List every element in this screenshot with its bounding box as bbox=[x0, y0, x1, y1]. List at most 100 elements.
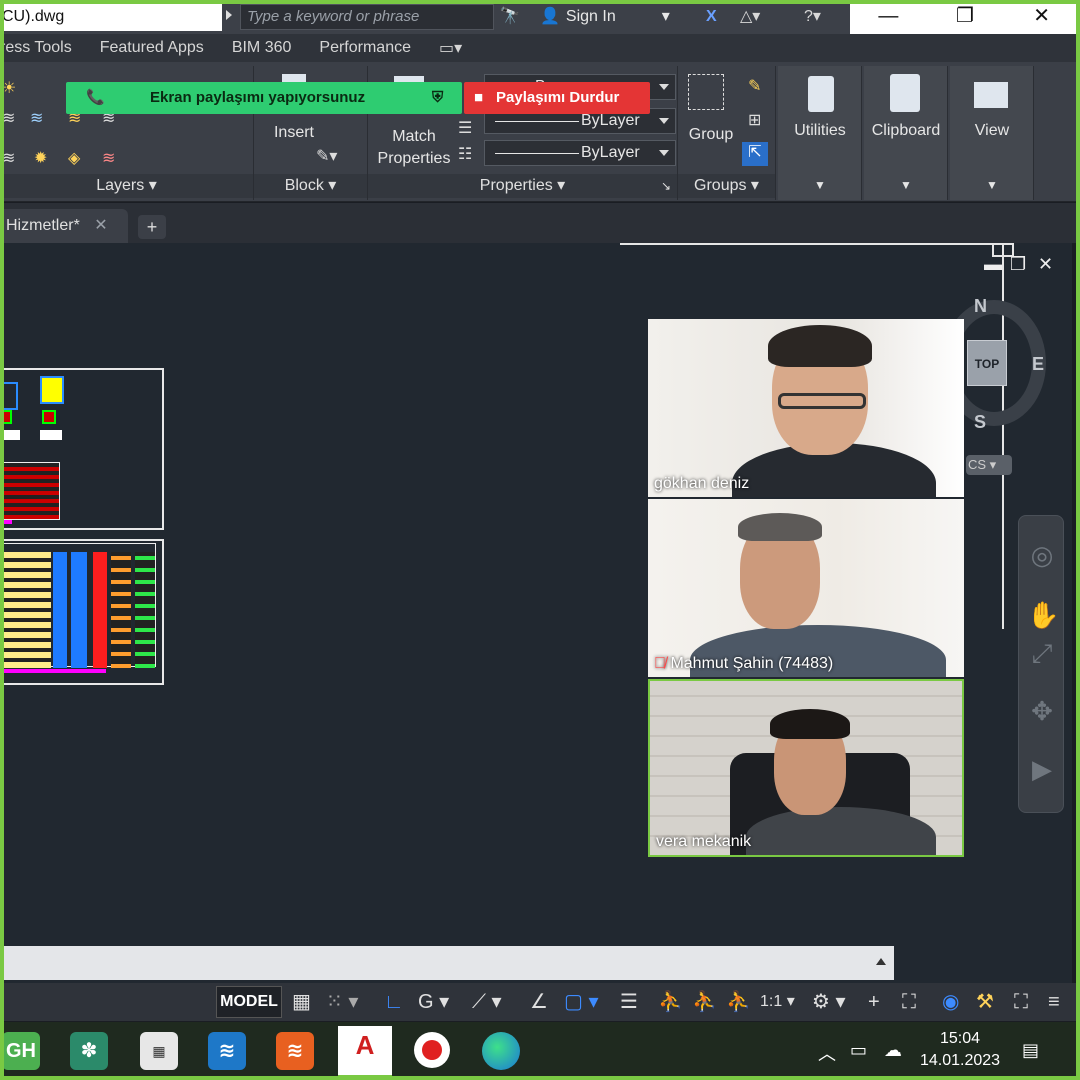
video-tile[interactable]: gökhan deniz bbox=[648, 319, 964, 497]
group-select-icon[interactable]: ⇱ bbox=[742, 142, 768, 166]
binoculars-icon[interactable]: 🔭 bbox=[500, 6, 520, 28]
clipboard-panel[interactable]: Clipboard ▼ bbox=[864, 66, 948, 200]
participant-hair bbox=[768, 325, 872, 367]
viewport-close-icon[interactable]: ✕ bbox=[1038, 254, 1053, 275]
cado-icon[interactable]: ▦ bbox=[140, 1032, 178, 1070]
video-tile-active-speaker[interactable]: vera mekanik bbox=[648, 679, 964, 857]
group-edit-icon[interactable]: ⊞ bbox=[748, 110, 768, 129]
file-tab[interactable]: Hizmetler* ✕ bbox=[0, 209, 128, 243]
showmotion-icon[interactable]: ▶ bbox=[1027, 754, 1057, 784]
search-expand-icon[interactable] bbox=[226, 10, 232, 20]
record-icon[interactable] bbox=[414, 1032, 450, 1068]
drawing-detail-frame bbox=[0, 368, 164, 530]
block-panel-label[interactable]: Block ▾ bbox=[254, 174, 367, 198]
lineweight-display-icon[interactable]: ☰ bbox=[620, 990, 638, 1014]
panel-launcher-icon[interactable]: ↘ bbox=[661, 174, 671, 198]
steering-wheel-icon[interactable]: ◎ bbox=[1027, 540, 1057, 570]
command-line[interactable] bbox=[0, 946, 894, 980]
clean-screen-icon[interactable]: ⚒ bbox=[976, 990, 994, 1014]
annotation-visibility-icon[interactable]: ⛹ bbox=[658, 990, 683, 1014]
zoom-extents-icon[interactable]: ⤢ bbox=[1027, 638, 1057, 668]
layers-panel-label[interactable]: Layers ▾ bbox=[0, 174, 253, 198]
auto-scale-icon[interactable]: ⛹ bbox=[692, 990, 717, 1014]
grid-icon[interactable]: ▦ bbox=[292, 990, 311, 1014]
ungroup-icon[interactable]: ✎ bbox=[748, 76, 768, 95]
stop-sharing-button[interactable]: ■ Paylaşımı Durdur bbox=[464, 82, 650, 114]
compass-north[interactable]: N bbox=[974, 296, 987, 317]
video-tile[interactable]: 🎙̸ Mahmut Şahin (74483) bbox=[648, 499, 964, 677]
block-editor-icon[interactable]: ✎▾ bbox=[316, 146, 337, 165]
tab-performance[interactable]: Performance bbox=[319, 39, 411, 57]
system-clock[interactable]: 15:04 14.01.2023 bbox=[918, 1028, 1002, 1072]
layer-thaw-icon[interactable]: ◈ bbox=[68, 148, 88, 167]
tab-bim-360[interactable]: BIM 360 bbox=[232, 39, 292, 57]
properties-panel-label[interactable]: Properties ▾ ↘ bbox=[368, 174, 677, 198]
groups-panel-label[interactable]: Groups ▾ bbox=[678, 174, 775, 198]
sign-in-button[interactable]: 👤 Sign In ▾ bbox=[540, 6, 670, 28]
autodesk-app-store-icon[interactable]: X bbox=[706, 6, 717, 28]
annotation-scale-dropdown[interactable]: 1:1 ▾ bbox=[760, 990, 795, 1014]
notification-icon[interactable]: ▤ bbox=[1022, 1040, 1039, 1061]
wave-app-icon[interactable]: ≋ bbox=[208, 1032, 246, 1070]
viewport-restore-icon[interactable]: ❐ bbox=[1010, 254, 1026, 275]
isodraft-icon[interactable]: ⟋ ▾ bbox=[472, 990, 502, 1014]
close-tab-icon[interactable]: ✕ bbox=[94, 217, 107, 234]
a360-icon[interactable]: △▾ bbox=[740, 6, 760, 28]
compass-south[interactable]: S bbox=[974, 412, 986, 433]
tab-express-tools[interactable]: ress Tools bbox=[0, 39, 72, 57]
orbit-icon[interactable]: ✥ bbox=[1027, 696, 1057, 726]
plus-icon[interactable]: + bbox=[868, 990, 880, 1014]
command-history-toggle-icon[interactable] bbox=[876, 958, 886, 965]
layer-icon[interactable]: ☀ bbox=[2, 78, 22, 97]
search-input[interactable]: Type a keyword or phrase bbox=[240, 4, 494, 30]
compass-east[interactable]: E bbox=[1032, 354, 1044, 375]
ortho-icon[interactable]: ∟ bbox=[384, 990, 404, 1014]
layer-isolate-icon[interactable]: ≋ bbox=[30, 108, 50, 127]
tab-featured-apps[interactable]: Featured Apps bbox=[100, 39, 204, 57]
chevron-down-icon[interactable]: ▾ bbox=[662, 6, 670, 28]
taskbar-app-gh[interactable]: GH bbox=[2, 1032, 40, 1070]
customization-menu-icon[interactable]: ≡ bbox=[1048, 990, 1060, 1014]
view-panel[interactable]: View ▼ bbox=[950, 66, 1034, 200]
layer-delete-icon[interactable]: ≋ bbox=[102, 148, 122, 167]
new-tab-button[interactable]: + bbox=[138, 215, 166, 239]
workspace-gear-icon[interactable]: ⚙ ▾ bbox=[812, 990, 846, 1014]
isolate-objects-icon[interactable]: ⛶ bbox=[902, 990, 916, 1014]
fullscreen-icon[interactable]: ⛶ bbox=[1014, 990, 1028, 1014]
layer-off-icon[interactable]: ≋ bbox=[2, 148, 22, 167]
lineweight-dropdown[interactable]: ByLayer bbox=[484, 140, 676, 166]
cloud-icon[interactable]: ☁ bbox=[884, 1040, 902, 1061]
viewcube-top-face[interactable]: TOP bbox=[967, 340, 1007, 386]
restore-button[interactable]: ❐ bbox=[927, 0, 1004, 34]
match-properties-button[interactable]: Match Properties bbox=[370, 126, 458, 170]
stack-app-icon[interactable]: ≋ bbox=[276, 1032, 314, 1070]
polar-tracking-icon[interactable]: G ▾ bbox=[418, 990, 449, 1014]
close-button[interactable]: ✕ bbox=[1003, 0, 1080, 34]
edge-icon[interactable] bbox=[482, 1032, 520, 1070]
snap-icon[interactable]: ⁙ ▾ bbox=[326, 990, 358, 1014]
group-button[interactable]: Group bbox=[680, 126, 742, 144]
hardware-acceleration-icon[interactable]: ◉ bbox=[942, 990, 959, 1014]
wcs-menu[interactable]: CS ▾ bbox=[966, 455, 1012, 475]
object-snap-icon[interactable]: ▢ ▾ bbox=[564, 990, 599, 1014]
viewport-minimize-icon[interactable]: ▬ bbox=[984, 254, 1002, 275]
help-icon[interactable]: ?▾ bbox=[804, 6, 821, 28]
layer-freeze-icon[interactable]: ✹ bbox=[34, 148, 54, 167]
object-snap-tracking-icon[interactable]: ∠ bbox=[530, 990, 548, 1014]
minimize-button[interactable]: — bbox=[850, 0, 927, 34]
screen-sharing-banner[interactable]: 📞 Ekran paylaşımı yapıyorsunuz ⛨ bbox=[66, 82, 462, 114]
battery-icon[interactable]: ▭ bbox=[850, 1040, 867, 1061]
insert-button[interactable]: Insert bbox=[262, 124, 326, 142]
drawing-unit bbox=[40, 430, 62, 440]
utilities-panel[interactable]: Utilities ▼ bbox=[778, 66, 862, 200]
ribbon-minimize-icon[interactable]: ▭▾ bbox=[439, 38, 462, 58]
group-icon[interactable] bbox=[688, 74, 724, 110]
annotation-scale-icon[interactable]: ⛹ bbox=[726, 990, 751, 1014]
autocad-icon[interactable]: A bbox=[338, 1026, 392, 1078]
model-space-button[interactable]: MODEL bbox=[216, 986, 282, 1018]
tray-chevron-icon[interactable]: ︿ bbox=[818, 1040, 836, 1066]
schedule-table bbox=[0, 543, 156, 668]
layer-match-icon[interactable]: ≋ bbox=[2, 108, 22, 127]
fan-icon[interactable]: ✽ bbox=[70, 1032, 108, 1070]
pan-icon[interactable]: ✋ bbox=[1027, 600, 1059, 630]
